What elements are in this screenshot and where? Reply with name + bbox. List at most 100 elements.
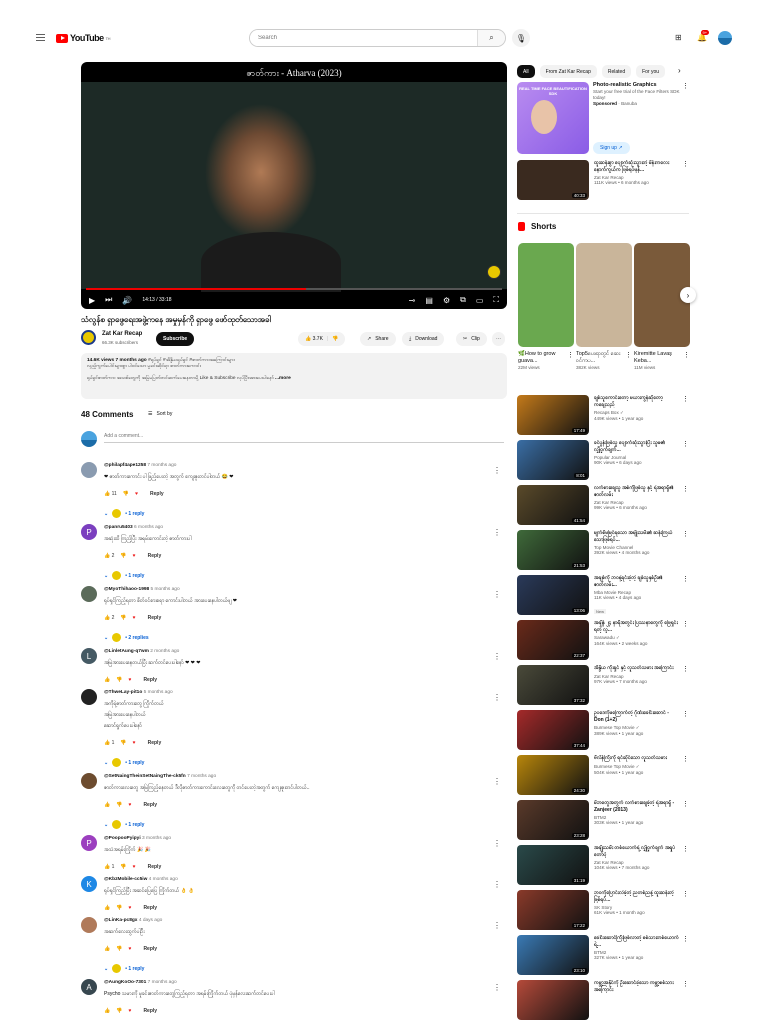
filter-chip[interactable]: All xyxy=(517,65,535,78)
comment-menu-icon[interactable]: ⋮ xyxy=(493,983,501,992)
like-button[interactable]: 👍 xyxy=(104,946,110,952)
sort-button[interactable]: ☰ Sort by xyxy=(148,411,172,417)
video-card[interactable]: 24:30 ဗီလိန်ကြီးကို ရင်ဆိုင်သော လူသတ်သမား… xyxy=(517,755,689,797)
notifications-button[interactable]: 🔔 9+ xyxy=(697,30,709,42)
hashtags[interactable]: #ရုပ်ရှင် #အိန္ဒိယရုပ်ရှင် #ဇာတ်ကားအကြော… xyxy=(148,358,235,363)
video-card[interactable]: 31:19 အချိုးသမီး တစ်ယောက်ရဲ့ လျှို့ဝှက်ချ… xyxy=(517,845,689,887)
like-button[interactable]: 👍 3.7K xyxy=(305,336,323,342)
dislike-button[interactable]: 👎 xyxy=(116,677,122,683)
video-thumbnail[interactable]: 23:10 xyxy=(517,935,589,975)
reply-button[interactable]: Reply xyxy=(150,491,164,497)
short-title[interactable]: Kiremitte Lavaş Keba... xyxy=(634,351,680,365)
ad-card[interactable]: REAL TIME FACE BEAUTIFICATION SDK Photo-… xyxy=(517,82,689,154)
filter-chip[interactable]: For you xyxy=(636,65,666,78)
video-thumbnail[interactable]: 17:49 xyxy=(517,395,589,435)
youtube-logo[interactable]: YouTube TH xyxy=(56,33,111,43)
video-thumbnail[interactable]: 8:01 xyxy=(517,440,589,480)
dislike-button[interactable]: 👎 xyxy=(120,553,126,559)
comment-author[interactable]: @LinletAung-q7wm xyxy=(104,649,149,654)
video-card[interactable]: ကမ္ဘာ့အနိုင်ကို ဦးဆောင်ခဲ့သော ကမ္ဘာ့စစ်သ… xyxy=(517,980,689,1022)
short-card[interactable]: Top5ပေးရာတွင် ဆေးဝင်ကပ... 382K views ⋮ xyxy=(576,243,632,370)
chips-next-icon[interactable]: › xyxy=(678,66,681,75)
like-button[interactable]: 👍 1 xyxy=(104,864,114,870)
video-title[interactable]: ဘဝကိုပြောင်းလဲခဲ့တဲ့ ညတစ်ညနဲ့ ထူးဆန်းတဲ့… xyxy=(594,890,679,903)
reply-button[interactable]: Reply xyxy=(143,802,157,808)
fullscreen-icon[interactable]: ⛶ xyxy=(493,295,499,305)
video-title[interactable]: မိဘတွေအတွက် လက်စားချေခဲ့တဲ့ ရဲအရာရှိ - Z… xyxy=(594,800,679,813)
channel-watermark[interactable] xyxy=(487,265,501,279)
more-icon[interactable]: ⋮ xyxy=(682,575,689,583)
like-button[interactable]: 👍 xyxy=(104,802,110,808)
dislike-button[interactable]: 👎 xyxy=(116,946,122,952)
video-thumbnail[interactable]: 31:19 xyxy=(517,845,589,885)
video-card[interactable]: 21:53 မျက်စိမမြင်ရသော အမျိုးသမီး၏ ဆန်းကြယ… xyxy=(517,530,689,572)
voice-search-button[interactable]: 🎙 xyxy=(512,29,530,47)
short-thumbnail[interactable] xyxy=(518,243,574,347)
comment-time[interactable]: 4 months ago xyxy=(149,877,178,882)
video-title[interactable]: အချစ်ကို ဘဝနဲ့ရင်းခဲ့တဲ့ ချစ်သူနှစ်ဦး၏ ဇ… xyxy=(594,575,679,588)
replies-toggle[interactable]: ⌄ • 1 reply xyxy=(104,752,507,773)
more-icon[interactable]: ⋮ xyxy=(625,351,632,359)
video-title[interactable]: အချိုးသမီး တစ်ယောက်ရဲ့ လျှို့ဝှက်ချက် အရ… xyxy=(594,845,679,858)
create-icon[interactable]: ⊞ xyxy=(675,33,682,42)
video-title[interactable]: ဗီလိန်ကြီးကို ရင်ဆိုင်သော လူသတ်သမား xyxy=(594,755,679,762)
video-card[interactable]: 37:44 ဥပဒေကိုမကြောက်တဲ့ ဂိုဏ်းခေါင်းဆောင်… xyxy=(517,710,689,752)
commenter-avatar[interactable]: P xyxy=(81,524,97,540)
dislike-button[interactable]: 👎 xyxy=(332,336,338,342)
video-title[interactable]: အချိန် ၂၄ နာရီအတွင်း ပြဿနာတွေကို ဖြေရှင်… xyxy=(594,620,679,633)
more-icon[interactable]: ⋮ xyxy=(682,440,689,448)
video-thumbnail[interactable] xyxy=(517,980,589,1020)
comment-menu-icon[interactable]: ⋮ xyxy=(493,466,501,475)
share-button[interactable]: ↗ Share xyxy=(360,332,396,346)
video-card[interactable]: 17:22 ဘဝကိုပြောင်းလဲခဲ့တဲ့ ညတစ်ညနဲ့ ထူးဆန… xyxy=(517,890,689,932)
more-icon[interactable]: ⋮ xyxy=(682,755,689,763)
ad-image[interactable]: REAL TIME FACE BEAUTIFICATION SDK xyxy=(517,82,589,154)
comment-author[interactable]: @LinKa-pc8gx xyxy=(104,918,137,923)
add-comment-input[interactable] xyxy=(104,433,504,443)
comment-author[interactable]: @SetNaingTheinSetNaingThe-ck5fn xyxy=(104,774,186,779)
video-thumbnail[interactable]: 41:54 xyxy=(517,485,589,525)
video-thumbnail[interactable]: 23:28 xyxy=(517,800,589,840)
commenter-avatar[interactable] xyxy=(81,462,97,478)
commenter-avatar[interactable]: P xyxy=(81,835,97,851)
more-icon[interactable]: ⋮ xyxy=(682,980,689,988)
miniplayer-icon[interactable]: ⧉ xyxy=(460,295,466,305)
more-icon[interactable]: ⋮ xyxy=(682,620,689,628)
comment-author[interactable]: @KbzMobile-cc5iw xyxy=(104,877,147,882)
comment-time[interactable]: 7 months ago xyxy=(187,774,216,779)
comment-menu-icon[interactable]: ⋮ xyxy=(493,528,501,537)
subtitles-icon[interactable]: ▤ xyxy=(425,296,433,305)
video-card[interactable]: 41:54 လက်စားချေသူ အစ်ကိုဖြစ်သူ နှင့် ရဲအရ… xyxy=(517,485,689,527)
video-title[interactable]: ခေါင်းဆောင်ကြီးဖြစ်လာတဲ့ စစ်သားတစ်ယောက်ရ… xyxy=(594,935,679,948)
comment-menu-icon[interactable]: ⋮ xyxy=(493,590,501,599)
more-icon[interactable]: ⋮ xyxy=(567,351,574,359)
video-player[interactable]: ဇာတ်ကား - Atharva (2023) ▶ ⏭ 🔊 14:13 / 3… xyxy=(81,62,507,309)
commenter-avatar[interactable] xyxy=(81,586,97,602)
menu-icon[interactable] xyxy=(36,34,45,41)
video-title[interactable]: ထူးဆန်းစွာ ပျောက်ဆုံးသွားတဲ့ မိန်းကလေး န… xyxy=(594,160,679,173)
video-thumbnail[interactable]: 37:32 xyxy=(517,665,589,705)
reply-button[interactable]: Reply xyxy=(148,553,162,559)
autoplay-toggle[interactable]: ⊸ xyxy=(409,296,416,305)
comment-menu-icon[interactable]: ⋮ xyxy=(493,777,501,786)
commenter-avatar[interactable]: K xyxy=(81,876,97,892)
short-title[interactable]: 🌿How to grow guava... xyxy=(518,351,564,365)
more-icon[interactable]: ⋮ xyxy=(682,530,689,538)
dislike-button[interactable]: 👎 xyxy=(120,615,126,621)
more-link[interactable]: ...more xyxy=(275,376,291,381)
video-card[interactable]: 23:10 ခေါင်းဆောင်ကြီးဖြစ်လာတဲ့ စစ်သားတစ်ယ… xyxy=(517,935,689,977)
video-thumbnail[interactable]: 13:06 xyxy=(517,575,589,615)
comment-time[interactable]: 5 months ago xyxy=(151,587,180,592)
comment-author[interactable]: @MyoThihaoo-1998 xyxy=(104,587,149,592)
video-title[interactable]: ကမ္ဘာ့အနိုင်ကို ဦးဆောင်ခဲ့သော ကမ္ဘာ့စစ်သ… xyxy=(594,980,679,993)
video-thumbnail[interactable]: 22:37 xyxy=(517,620,589,660)
more-actions-button[interactable]: ⋯ xyxy=(492,332,505,346)
comment-time[interactable]: 7 months ago xyxy=(147,463,176,468)
replies-toggle[interactable]: ⌄ • 2 replies xyxy=(104,627,507,648)
commenter-avatar[interactable]: L xyxy=(81,648,97,664)
more-icon[interactable]: ⋮ xyxy=(682,395,689,403)
short-thumbnail[interactable] xyxy=(576,243,632,347)
comment-time[interactable]: 7 months ago xyxy=(148,980,177,985)
video-card[interactable]: 37:32 အိန္ဒိယ ကိုးရှင် နှင့် လူသတ်သမား အက… xyxy=(517,665,689,707)
more-icon[interactable]: ⋮ xyxy=(682,935,689,943)
